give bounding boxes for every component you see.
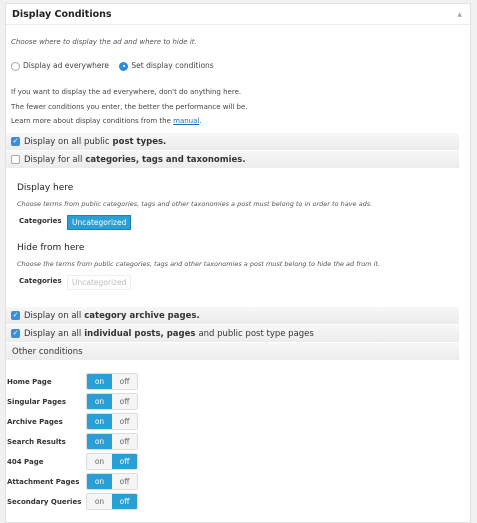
bar-text: Display on all public [24,136,110,147]
toggle-off[interactable]: off [112,434,137,449]
on-off-toggle[interactable]: on off [86,493,138,510]
category-tag-uncategorized[interactable]: Uncategorized [67,215,132,230]
toggle-off[interactable]: off [112,494,137,509]
category-tag-uncategorized[interactable]: Uncategorized [67,275,132,290]
condition-label: Secondary Queries [7,497,82,506]
on-off-toggle[interactable]: on off [86,473,138,490]
toggle-on[interactable]: on [87,494,112,509]
checkbox-checked-icon[interactable]: ✓ [11,311,20,320]
condition-row: Archive Pages on off [7,413,138,430]
bar-text: Display for all [24,154,83,165]
radio-checked-icon[interactable] [119,61,129,71]
manual-link[interactable]: manual [173,117,199,125]
bar-category-archive[interactable]: ✓ Display on all category archive pages. [6,307,459,324]
toggle-off[interactable]: off [112,414,137,429]
on-off-toggle[interactable]: on off [86,433,138,450]
condition-label: 404 Page [7,457,44,466]
hide-here-title: Hide from here [17,243,85,253]
toggle-off[interactable]: off [112,454,137,469]
toggle-off[interactable]: off [112,374,137,389]
condition-label: Archive Pages [7,417,63,426]
bar-bold: category archive pages. [84,310,200,321]
toggle-off[interactable]: off [112,474,137,489]
radio-group: Display ad everywhere Set display condit… [11,61,214,71]
checkbox-checked-icon[interactable]: ✓ [11,137,20,146]
condition-label: Singular Pages [7,397,67,406]
toggle-on[interactable]: on [87,394,112,409]
condition-row: Search Results on off [7,433,138,450]
toggle-on[interactable]: on [87,434,112,449]
radio-set-conditions[interactable]: Set display conditions [119,61,214,71]
bar-bold: categories, tags and taxonomies. [85,154,246,165]
toggle-on[interactable]: on [87,454,112,469]
display-here-desc: Choose terms from public categories, tag… [17,200,373,208]
bar-text: and public post type pages [198,328,314,339]
bar-post-types[interactable]: ✓ Display on all public post types. [6,133,459,150]
categories-label: Categories [19,277,62,285]
condition-row: Attachment Pages on off [7,473,138,490]
intro-text: Choose where to display the ad and where… [11,38,197,46]
other-conditions-header: Other conditions [6,343,459,360]
on-off-toggle[interactable]: on off [86,393,138,410]
bar-text: Display on all [24,310,82,321]
info-line: The fewer conditions you enter, the bett… [11,102,248,111]
collapse-arrow-icon[interactable]: ▲ [457,11,462,18]
on-off-toggle[interactable]: on off [86,453,138,470]
toggle-on[interactable]: on [87,474,112,489]
bar-bold: individual posts, pages [84,328,196,339]
checkbox-checked-icon[interactable]: ✓ [11,329,20,338]
info-line: If you want to display the ad everywhere… [11,88,242,96]
info-text: If you want to display the ad everywhere… [11,85,248,129]
toggle-off[interactable]: off [112,394,137,409]
bar-taxonomies[interactable]: Display for all categories, tags and taxo… [6,151,459,168]
condition-label: Home Page [7,377,52,386]
info-prefix: Learn more about display conditions from… [11,117,174,125]
toggle-on[interactable]: on [87,414,112,429]
display-here-title: Display here [17,183,74,193]
radio-icon[interactable] [11,61,20,71]
toggle-on[interactable]: on [87,374,112,389]
on-off-toggle[interactable]: on off [86,413,138,430]
panel-title: Display Conditions [12,8,112,20]
condition-row: Secondary Queries on off [7,493,138,510]
condition-label: Search Results [7,437,66,446]
radio-label: Set display conditions [131,61,214,70]
radio-display-everywhere[interactable]: Display ad everywhere [11,61,109,71]
condition-row: 404 Page on off [7,453,138,470]
checkbox-icon[interactable] [11,155,20,164]
hide-here-desc: Choose the terms from public categories,… [17,260,380,268]
categories-label: Categories [19,217,62,225]
condition-label: Attachment Pages [7,477,80,486]
condition-row: Home Page on off [7,373,138,390]
info-line: Learn more about display conditions from… [11,114,248,129]
condition-row: Singular Pages on off [7,393,138,410]
bar-individual-posts[interactable]: ✓ Display an all individual posts, pages an… [6,325,459,342]
bar-text: Display an all [24,328,82,339]
bar-bold: post types. [112,136,167,147]
panel-header[interactable]: Display Conditions ▲ [6,4,470,25]
on-off-toggle[interactable]: on off [86,373,138,390]
info-suffix: . [199,117,202,125]
radio-label: Display ad everywhere [23,61,109,70]
